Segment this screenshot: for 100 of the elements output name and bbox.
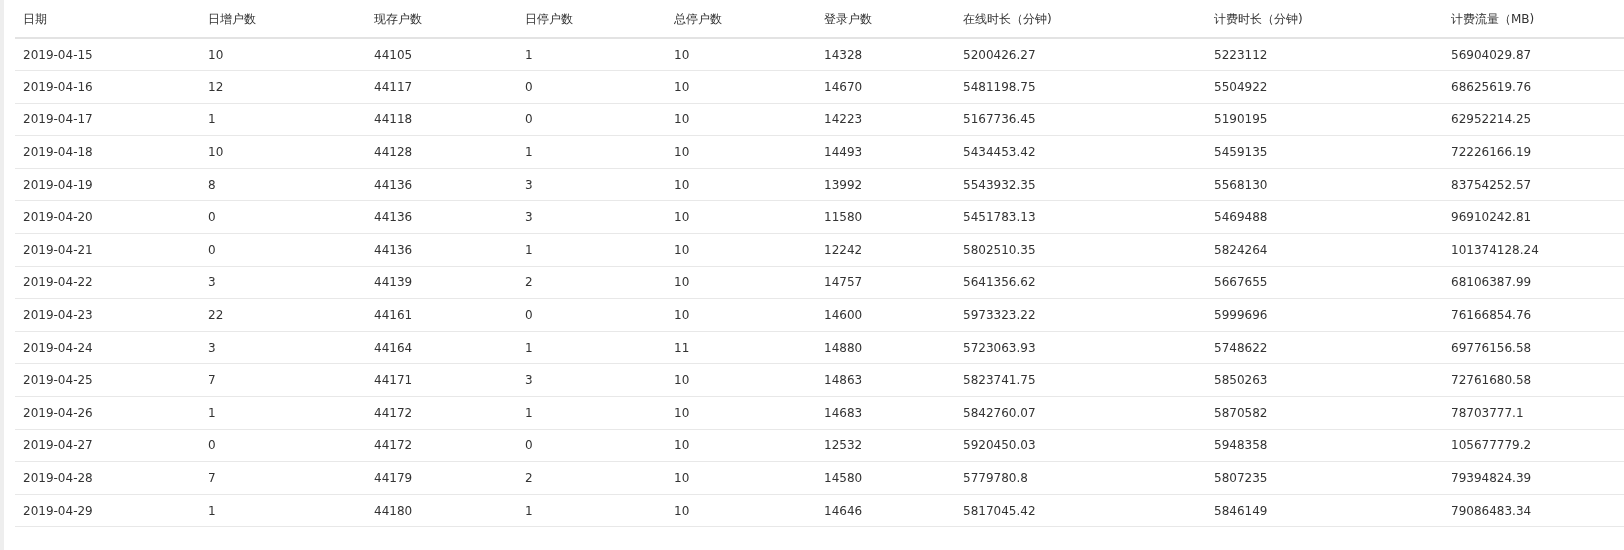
table-cell: 1 bbox=[517, 396, 666, 430]
table-cell: 10 bbox=[666, 494, 816, 527]
table-cell: 11580 bbox=[816, 200, 955, 234]
column-header: 在线时长（分钟) bbox=[955, 0, 1206, 38]
table-cell: 10 bbox=[200, 38, 366, 71]
table-cell: 5823741.75 bbox=[955, 363, 1206, 397]
table-cell: 44128 bbox=[366, 135, 517, 169]
table-cell: 10 bbox=[666, 103, 816, 136]
table-cell: 3 bbox=[517, 363, 666, 397]
table-cell: 2019-04-18 bbox=[15, 135, 200, 169]
table-cell: 1 bbox=[200, 396, 366, 430]
table-cell: 1 bbox=[517, 494, 666, 527]
table-cell: 5481198.75 bbox=[955, 70, 1206, 104]
table-cell: 68106387.99 bbox=[1443, 266, 1624, 299]
table-cell: 5469488 bbox=[1206, 200, 1443, 234]
table-cell: 12532 bbox=[816, 429, 955, 462]
table-cell: 83754252.57 bbox=[1443, 168, 1624, 201]
table-cell: 14880 bbox=[816, 331, 955, 364]
table-cell: 2019-04-15 bbox=[15, 38, 200, 71]
table-cell: 10 bbox=[200, 135, 366, 169]
table-cell: 5973323.22 bbox=[955, 298, 1206, 332]
table-cell: 14223 bbox=[816, 103, 955, 136]
table-cell: 0 bbox=[200, 429, 366, 462]
table-cell: 68625619.76 bbox=[1443, 70, 1624, 104]
column-header: 日期 bbox=[15, 0, 200, 38]
table-cell: 3 bbox=[517, 200, 666, 234]
table-cell: 14863 bbox=[816, 363, 955, 397]
column-header: 计费时长（分钟) bbox=[1206, 0, 1443, 38]
table-cell: 44180 bbox=[366, 494, 517, 527]
table-cell: 12242 bbox=[816, 233, 955, 267]
table-cell: 0 bbox=[200, 200, 366, 234]
column-header: 计费流量（MB) bbox=[1443, 0, 1624, 38]
table-cell: 2019-04-16 bbox=[15, 70, 200, 104]
table-cell: 5846149 bbox=[1206, 494, 1443, 527]
table-cell: 2019-04-22 bbox=[15, 266, 200, 299]
table-cell: 2019-04-26 bbox=[15, 396, 200, 430]
table-cell: 2019-04-20 bbox=[15, 200, 200, 234]
table-cell: 2019-04-28 bbox=[15, 461, 200, 495]
table-cell: 5667655 bbox=[1206, 266, 1443, 299]
table-cell: 14600 bbox=[816, 298, 955, 332]
table-cell: 14670 bbox=[816, 70, 955, 104]
table-cell: 5200426.27 bbox=[955, 38, 1206, 71]
table-cell: 5999696 bbox=[1206, 298, 1443, 332]
table-cell: 78703777.1 bbox=[1443, 396, 1624, 430]
table-cell: 44179 bbox=[366, 461, 517, 495]
table-cell: 44117 bbox=[366, 70, 517, 104]
table-cell: 5802510.35 bbox=[955, 233, 1206, 267]
table-cell: 14328 bbox=[816, 38, 955, 71]
table-cell: 11 bbox=[666, 331, 816, 364]
table-cell: 44118 bbox=[366, 103, 517, 136]
table-cell: 5568130 bbox=[1206, 168, 1443, 201]
table-cell: 1 bbox=[517, 135, 666, 169]
table-cell: 5748622 bbox=[1206, 331, 1443, 364]
table-cell: 1 bbox=[200, 103, 366, 136]
table-cell: 5543932.35 bbox=[955, 168, 1206, 201]
table-cell: 96910242.81 bbox=[1443, 200, 1624, 234]
table-cell: 5807235 bbox=[1206, 461, 1443, 495]
table-cell: 14580 bbox=[816, 461, 955, 495]
table-cell: 5948358 bbox=[1206, 429, 1443, 462]
table-cell: 14683 bbox=[816, 396, 955, 430]
table-cell: 2019-04-24 bbox=[15, 331, 200, 364]
table-cell: 105677779.2 bbox=[1443, 429, 1624, 462]
table-cell: 10 bbox=[666, 363, 816, 397]
table-cell: 72761680.58 bbox=[1443, 363, 1624, 397]
table-cell: 10 bbox=[666, 200, 816, 234]
table-cell: 76166854.76 bbox=[1443, 298, 1624, 332]
table-cell: 1 bbox=[517, 233, 666, 267]
table-cell: 1 bbox=[517, 38, 666, 71]
table-cell: 10 bbox=[666, 70, 816, 104]
table-cell: 10 bbox=[666, 396, 816, 430]
table-cell: 5641356.62 bbox=[955, 266, 1206, 299]
table-cell: 101374128.24 bbox=[1443, 233, 1624, 267]
table-cell: 0 bbox=[200, 233, 366, 267]
column-header: 登录户数 bbox=[816, 0, 955, 38]
table-cell: 69776156.58 bbox=[1443, 331, 1624, 364]
table-cell: 14757 bbox=[816, 266, 955, 299]
table-cell: 72226166.19 bbox=[1443, 135, 1624, 169]
table-cell: 5190195 bbox=[1206, 103, 1443, 136]
table-cell: 8 bbox=[200, 168, 366, 201]
table-cell: 10 bbox=[666, 38, 816, 71]
table-cell: 44136 bbox=[366, 168, 517, 201]
column-header: 日停户数 bbox=[517, 0, 666, 38]
table-cell: 79394824.39 bbox=[1443, 461, 1624, 495]
table-cell: 5870582 bbox=[1206, 396, 1443, 430]
table-cell: 0 bbox=[517, 103, 666, 136]
table-cell: 44139 bbox=[366, 266, 517, 299]
table-cell: 2019-04-21 bbox=[15, 233, 200, 267]
table-cell: 5223112 bbox=[1206, 38, 1443, 71]
table-cell: 10 bbox=[666, 168, 816, 201]
column-header: 总停户数 bbox=[666, 0, 816, 38]
table-cell: 10 bbox=[666, 135, 816, 169]
table-cell: 7 bbox=[200, 363, 366, 397]
table-cell: 10 bbox=[666, 233, 816, 267]
table-cell: 0 bbox=[517, 70, 666, 104]
table-cell: 2 bbox=[517, 266, 666, 299]
table-cell: 2019-04-17 bbox=[15, 103, 200, 136]
table-cell: 62952214.25 bbox=[1443, 103, 1624, 136]
table-cell: 3 bbox=[517, 168, 666, 201]
table-cell: 2 bbox=[517, 461, 666, 495]
table-cell: 44172 bbox=[366, 396, 517, 430]
